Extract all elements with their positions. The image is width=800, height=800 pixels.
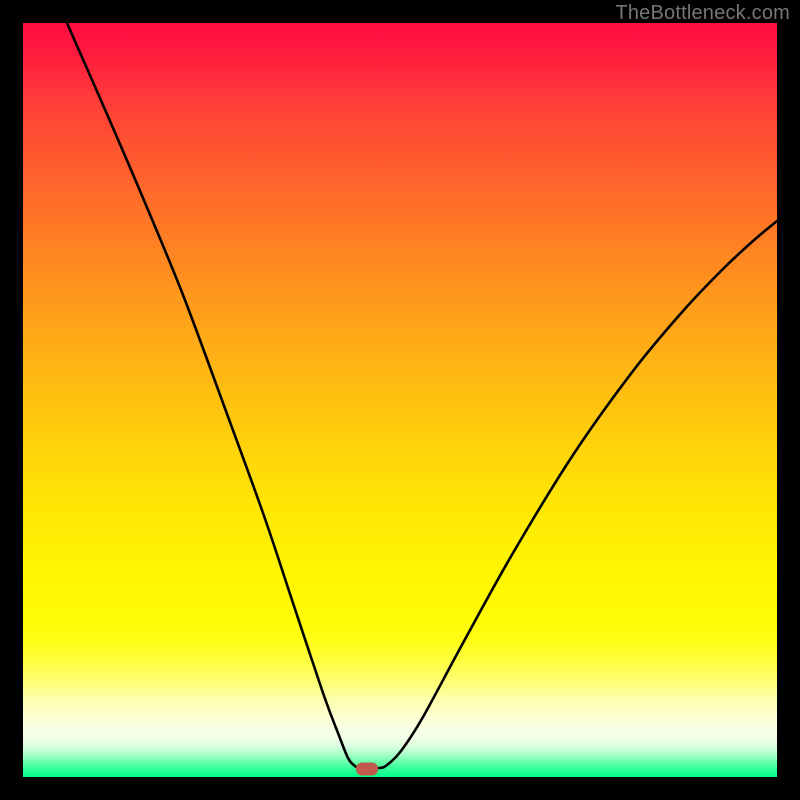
chart-frame: TheBottleneck.com — [0, 0, 800, 800]
plot-area — [23, 23, 777, 777]
watermark-text: TheBottleneck.com — [615, 2, 790, 25]
gradient-background — [23, 23, 777, 777]
optimal-point-marker — [356, 763, 378, 776]
